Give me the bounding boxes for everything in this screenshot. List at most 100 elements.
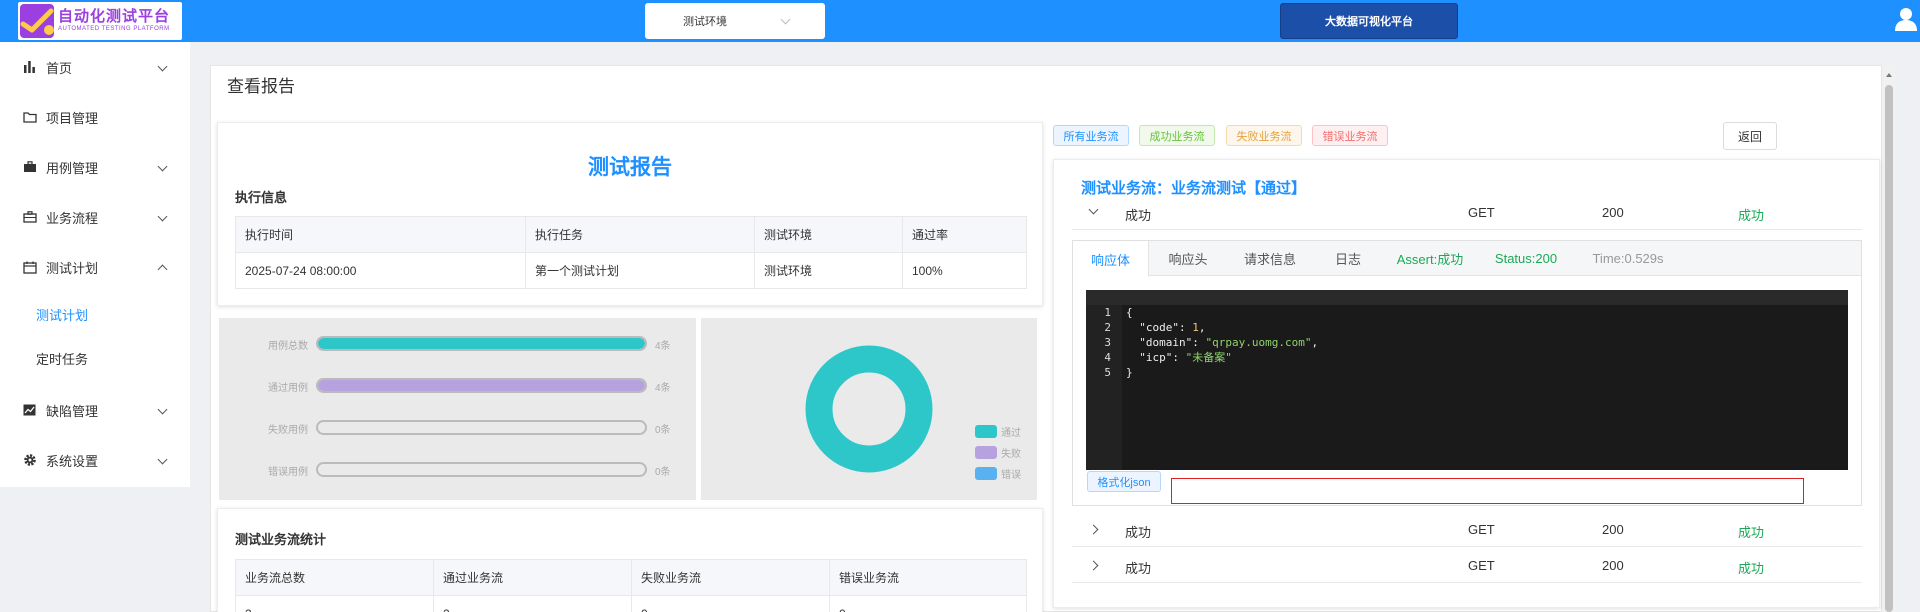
bar-chart-icon: [22, 60, 37, 75]
flow-step-row[interactable]: 成功 GET 200 成功: [1072, 549, 1862, 583]
environment-select[interactable]: 测试环境: [645, 3, 825, 39]
legend-item-error[interactable]: 错误: [975, 465, 1021, 481]
tab-logs[interactable]: 日志: [1318, 241, 1378, 276]
filter-tag-fail[interactable]: 失败业务流: [1226, 125, 1302, 146]
json-code-editor[interactable]: 1{ 2 "code": 1, 3 "domain": "qrpay.uomg.…: [1086, 290, 1848, 470]
step-status: 成功: [1125, 208, 1152, 223]
table-header-row: 执行时间 执行任务 测试环境 通过率: [235, 216, 1027, 253]
tab-time[interactable]: Time:0.529s: [1576, 241, 1680, 276]
sidebar-subitem-scheduled-tasks[interactable]: 定时任务: [0, 336, 190, 380]
chevron-down-icon: [157, 211, 168, 222]
flow-stats-table: 业务流总数 通过业务流 失败业务流 错误业务流 2 2 0 0: [235, 559, 1027, 612]
sidebar-item-defects[interactable]: 缺陷管理: [0, 385, 190, 435]
gear-icon: [22, 453, 37, 468]
flow-step-row[interactable]: 成功 GET 200 成功: [1072, 513, 1862, 547]
tab-request-info[interactable]: 请求信息: [1228, 241, 1312, 276]
code-text: "icp": "未备案": [1139, 351, 1232, 364]
table-cell: 2: [433, 595, 632, 612]
case-stats-bars: 用例总数 4条 通过用例 4条 失败用例 0条 错误用例 0条: [219, 318, 696, 500]
legend-item-pass[interactable]: 通过: [975, 423, 1021, 439]
logo-subtitle: AUTOMATED TESTING PLATFORM: [58, 26, 170, 32]
json-key: "domain": [1139, 336, 1193, 349]
chevron-up-icon: [157, 264, 168, 275]
sidebar-subitem-label: 测试计划: [36, 307, 89, 323]
vertical-scrollbar[interactable]: [1882, 65, 1896, 612]
table-cell: 第一个测试计划: [525, 252, 755, 289]
json-number: 1: [1192, 321, 1199, 334]
table-row: 2025-07-24 08:00:00 第一个测试计划 测试环境 100%: [235, 252, 1027, 289]
progress-track: [316, 378, 647, 393]
stat-count: 0条: [655, 467, 671, 478]
chevron-right-icon[interactable]: [1088, 524, 1099, 535]
progress-track: [316, 420, 647, 435]
scrollbar-thumb[interactable]: [1885, 85, 1893, 612]
sidebar-item-projects[interactable]: 项目管理: [0, 92, 190, 142]
stat-bar-error: 错误用例 0条: [219, 460, 696, 480]
filter-tag-error[interactable]: 错误业务流: [1312, 125, 1388, 146]
format-json-button[interactable]: 格式化json: [1087, 471, 1161, 492]
case-stats-donut: 通过 失败 错误: [701, 318, 1037, 500]
tab-assert[interactable]: Assert:成功: [1385, 241, 1475, 276]
table-header-row: 业务流总数 通过业务流 失败业务流 错误业务流: [235, 559, 1027, 596]
sidebar-item-label: 项目管理: [46, 110, 99, 126]
sidebar-item-home[interactable]: 首页: [0, 42, 190, 92]
sidebar-item-cases[interactable]: 用例管理: [0, 142, 190, 192]
table-header: 测试环境: [754, 216, 903, 253]
legend-label: 失败: [1001, 448, 1021, 460]
flow-step-row[interactable]: 成功 GET 200 成功: [1072, 196, 1862, 230]
scroll-up-arrow-icon[interactable]: [1886, 73, 1892, 77]
table-cell: 0: [631, 595, 830, 612]
sidebar-item-flows[interactable]: 业务流程: [0, 192, 190, 242]
json-string: "qrpay.uomg.com": [1205, 336, 1312, 349]
stat-count: 4条: [655, 383, 671, 394]
legend-item-fail[interactable]: 失败: [975, 444, 1021, 460]
tab-response-headers[interactable]: 响应头: [1153, 241, 1223, 276]
page-title: 查看报告: [227, 77, 295, 96]
sidebar: 首页 项目管理 用例管理 业务流程 测试计划 测试计划 定时任务 缺陷管理 系统…: [0, 42, 190, 487]
sidebar-item-label: 缺陷管理: [46, 403, 99, 419]
briefcase-outline-icon: [22, 210, 37, 225]
tab-response-body[interactable]: 响应体: [1073, 241, 1149, 277]
chevron-down-icon: [157, 404, 168, 415]
sidebar-subitem-test-plan[interactable]: 测试计划: [0, 292, 190, 336]
code-text: {: [1126, 306, 1133, 319]
progress-fill: [318, 380, 645, 391]
back-button[interactable]: 返回: [1723, 122, 1777, 150]
table-header: 错误业务流: [829, 559, 1027, 596]
stat-bar-total: 用例总数 4条: [219, 334, 696, 354]
line-number: 5: [1104, 366, 1111, 379]
step-result: 成功: [1738, 208, 1765, 223]
app-logo[interactable]: 自动化测试平台 AUTOMATED TESTING PLATFORM: [18, 2, 182, 40]
user-avatar-icon[interactable]: [1894, 6, 1918, 32]
legend-swatch: [975, 466, 997, 480]
table-header: 执行任务: [525, 216, 755, 253]
chevron-down-icon[interactable]: [1088, 204, 1099, 215]
exec-info-label: 执行信息: [235, 190, 288, 205]
step-method: GET: [1468, 558, 1495, 573]
sidebar-item-test-plan[interactable]: 测试计划: [0, 242, 190, 292]
table-row: 2 2 0 0: [235, 595, 1027, 612]
bigdata-platform-button[interactable]: 大数据可视化平台: [1280, 3, 1458, 39]
table-cell: 2025-07-24 08:00:00: [235, 252, 526, 289]
code-line: 4 "icp": "未备案": [1086, 335, 1232, 364]
chevron-right-icon[interactable]: [1088, 560, 1099, 571]
flow-stats-card: 测试业务流统计 业务流总数 通过业务流 失败业务流 错误业务流 2 2 0 0: [217, 508, 1043, 612]
table-cell: 测试环境: [754, 252, 903, 289]
response-tabs: 响应体 响应头 请求信息 日志 Assert:成功 Status:200 Tim…: [1073, 241, 1861, 277]
line-chart-icon: [22, 403, 37, 418]
table-cell: 100%: [902, 252, 1027, 289]
flow-title: 测试业务流：业务流测试【通过】: [1081, 180, 1307, 197]
sidebar-item-settings[interactable]: 系统设置: [0, 435, 190, 485]
json-key: "code": [1139, 321, 1179, 334]
legend-swatch: [975, 424, 997, 438]
step-status: 成功: [1125, 525, 1152, 540]
filter-tag-all[interactable]: 所有业务流: [1053, 125, 1129, 146]
step-code: 200: [1602, 558, 1624, 573]
exec-info-table: 执行时间 执行任务 测试环境 通过率 2025-07-24 08:00:00 第…: [235, 216, 1027, 289]
stat-bar-fail: 失败用例 0条: [219, 418, 696, 438]
tab-status[interactable]: Status:200: [1483, 241, 1569, 276]
filter-tag-success[interactable]: 成功业务流: [1139, 125, 1215, 146]
sidebar-item-label: 用例管理: [46, 160, 99, 176]
logo-mark-icon: [18, 2, 56, 40]
stat-label: 用例总数: [268, 341, 308, 352]
